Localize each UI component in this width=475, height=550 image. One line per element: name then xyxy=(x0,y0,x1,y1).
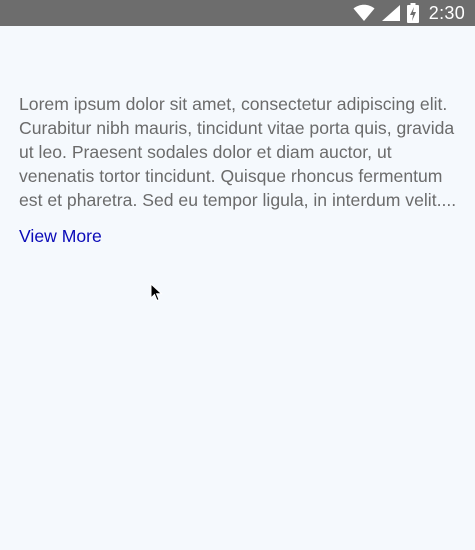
battery-charging-icon xyxy=(406,0,419,26)
mouse-pointer-icon xyxy=(150,282,164,303)
status-bar: 2:30 xyxy=(0,0,475,26)
lorem-paragraph: Lorem ipsum dolor sit amet, consectetur … xyxy=(19,94,457,210)
wifi-icon xyxy=(353,0,375,26)
signal-icon xyxy=(381,0,401,26)
view-more-link[interactable]: View More xyxy=(19,224,102,248)
status-time: 2:30 xyxy=(428,3,465,23)
main-content: Lorem ipsum dolor sit amet, consectetur … xyxy=(19,92,459,248)
